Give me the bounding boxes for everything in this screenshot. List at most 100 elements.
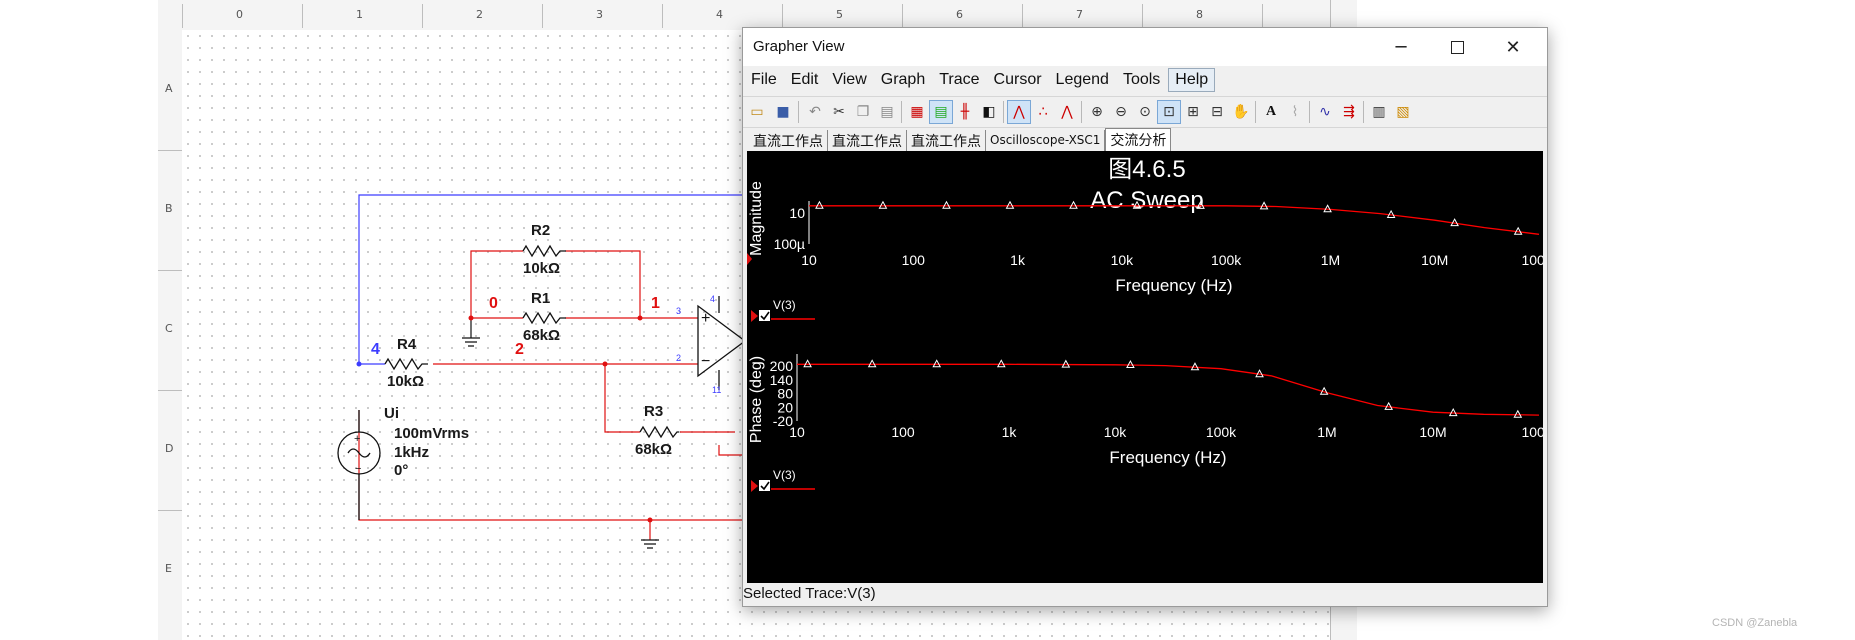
- plot-area[interactable]: 图4.6.5 AC Sweep 10 100µ Magnitude 10 100 1k 10…: [747, 151, 1557, 603]
- r4-value: 10kΩ: [387, 373, 425, 390]
- zoom-in-icon[interactable]: ⊕: [1085, 100, 1109, 124]
- menu-graph[interactable]: Graph: [875, 69, 931, 91]
- menu-file[interactable]: File: [745, 69, 783, 91]
- menu-cursor[interactable]: Cursor: [988, 69, 1048, 91]
- source-frequency: 1kHz: [394, 444, 430, 461]
- watermark: CSDN @Zanebla: [1712, 617, 1798, 629]
- tab-ac-analysis[interactable]: 交流分析: [1105, 128, 1172, 152]
- ground-symbol: [462, 337, 480, 347]
- r1-name: R1: [531, 290, 551, 307]
- trace-icon[interactable]: ⋀: [1007, 100, 1031, 124]
- menu-tools[interactable]: Tools: [1117, 69, 1166, 91]
- menu-help[interactable]: Help: [1168, 68, 1216, 92]
- dots-icon[interactable]: ∴: [1031, 100, 1055, 124]
- legend-label: V(3): [773, 468, 796, 482]
- data-point-marker: [1259, 201, 1269, 210]
- export-icon[interactable]: ⇶: [1337, 100, 1361, 124]
- grid-icon[interactable]: ▦: [905, 100, 929, 124]
- data-point-marker: [1126, 360, 1135, 369]
- zoom-out-icon[interactable]: ⊖: [1109, 100, 1133, 124]
- data-point-marker: [803, 359, 812, 368]
- source-minus-sign: −: [355, 463, 361, 475]
- source-amplitude: 100mVrms: [394, 425, 470, 442]
- node-label: 1: [651, 295, 660, 312]
- window-title: Grapher View: [753, 38, 845, 55]
- resistor-r3: [639, 425, 679, 439]
- menu-view[interactable]: View: [826, 69, 872, 91]
- text-icon[interactable]: A: [1259, 100, 1283, 124]
- x-tick-label: 10: [789, 424, 805, 440]
- chart-title: 图4.6.5: [1108, 156, 1185, 183]
- open-icon[interactable]: ▭: [745, 100, 769, 124]
- paste-graph-icon[interactable]: ▧: [1391, 100, 1415, 124]
- node-label: 0: [489, 295, 498, 312]
- opamp-minus-sign: −: [701, 353, 710, 370]
- grapher-window[interactable]: Grapher View ─ ✕ File Edit View Graph Tr…: [742, 27, 1557, 607]
- menu-edit[interactable]: Edit: [785, 69, 825, 91]
- minimize-icon: ─: [1395, 36, 1407, 58]
- data-point-marker: [996, 359, 1006, 368]
- peak-icon[interactable]: ⋀: [1055, 100, 1079, 124]
- pan-icon[interactable]: ✋: [1229, 100, 1253, 124]
- tab-oscilloscope[interactable]: Oscilloscope-XSC1: [986, 130, 1106, 151]
- copy-graph-icon[interactable]: ▥: [1367, 100, 1391, 124]
- cursors-icon[interactable]: ╫: [953, 100, 977, 124]
- overlay-icon[interactable]: ∿: [1313, 100, 1337, 124]
- source-phase: 0°: [394, 462, 409, 479]
- x-tick-label: 10: [801, 252, 817, 268]
- node-label: 2: [515, 341, 524, 358]
- x-tick-label: 100: [902, 252, 926, 268]
- ground-symbol: [641, 539, 659, 549]
- status-text: Selected Trace:V(3): [743, 585, 876, 602]
- save-icon[interactable]: ■: [771, 100, 795, 124]
- tab-dc-op-3[interactable]: 直流工作点: [907, 130, 986, 151]
- data-point-marker: [1061, 359, 1071, 368]
- opamp-plus-sign: +: [701, 310, 710, 327]
- chart-subtitle: AC Sweep: [1090, 187, 1203, 214]
- zoom-fit-icon[interactable]: ⊙: [1133, 100, 1157, 124]
- x-tick-label: 1k: [1010, 252, 1026, 268]
- x-tick-label: 1M: [1317, 424, 1336, 440]
- maximize-button[interactable]: [1429, 28, 1485, 66]
- resistor-r2: [522, 244, 566, 258]
- menu-trace[interactable]: Trace: [933, 69, 985, 91]
- r3-name: R3: [644, 403, 664, 420]
- close-button[interactable]: ✕: [1485, 28, 1541, 66]
- paste-icon[interactable]: ▤: [875, 100, 899, 124]
- label-icon[interactable]: ⌇: [1283, 100, 1307, 124]
- close-icon: ✕: [1505, 36, 1521, 58]
- series-line: [797, 363, 1540, 416]
- pin-label: 11: [712, 385, 721, 395]
- source-plus-sign: +: [354, 433, 360, 445]
- zoom-x-icon[interactable]: ⊞: [1181, 100, 1205, 124]
- r4-name: R4: [397, 336, 417, 353]
- x-tick-label: 100M: [1521, 252, 1543, 268]
- zoom-y-icon[interactable]: ⊟: [1205, 100, 1229, 124]
- node-label: 4: [371, 341, 380, 358]
- pin-label: 3: [676, 306, 681, 316]
- menu-legend[interactable]: Legend: [1050, 69, 1115, 91]
- cut-icon[interactable]: ✂: [827, 100, 851, 124]
- zoom-area-icon[interactable]: ⊡: [1157, 100, 1181, 124]
- x-tick-label: 1M: [1321, 252, 1340, 268]
- x-tick-label: 100: [891, 424, 915, 440]
- data-point-marker: [932, 359, 942, 368]
- maximize-icon: [1450, 40, 1464, 54]
- reverse-colors-icon[interactable]: ◧: [977, 100, 1001, 124]
- r3-value: 68kΩ: [635, 441, 673, 458]
- x-tick-label: 100M: [1521, 424, 1543, 440]
- chart-canvas[interactable]: 图4.6.5 AC Sweep 10100µMagnitude10 100 1k 10…: [747, 151, 1557, 581]
- undo-icon[interactable]: ↶: [803, 100, 827, 124]
- menu-bar: File Edit View Graph Trace Cursor Legend…: [743, 66, 1547, 94]
- r2-name: R2: [531, 222, 551, 239]
- data-point-marker: [1069, 200, 1078, 209]
- legend-icon[interactable]: ▤: [929, 100, 953, 124]
- minimize-button[interactable]: ─: [1373, 28, 1429, 66]
- resistor-r1: [522, 311, 566, 325]
- data-point-marker: [867, 359, 877, 368]
- tab-dc-op-2[interactable]: 直流工作点: [828, 130, 907, 151]
- x-tick-label: 10k: [1111, 252, 1135, 268]
- copy-icon[interactable]: ❐: [851, 100, 875, 124]
- tab-dc-op-1[interactable]: 直流工作点: [749, 130, 828, 151]
- title-bar[interactable]: Grapher View ─ ✕: [743, 28, 1547, 66]
